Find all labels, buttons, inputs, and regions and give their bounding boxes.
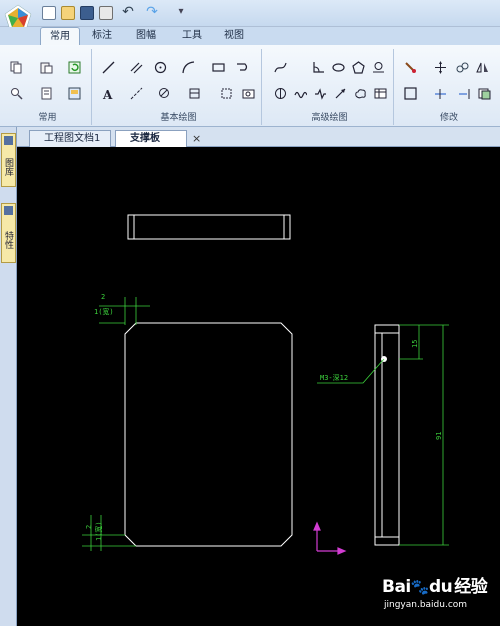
document-tab-bar: 工程图文档1 支撑板 × [17,127,500,147]
group-common: 常用 [4,49,92,125]
link-icon[interactable] [456,61,469,74]
redo-icon[interactable]: ↷ [144,4,160,20]
brush-icon[interactable] [404,61,417,74]
trim-icon[interactable] [434,87,447,100]
save-icon[interactable] [80,6,94,20]
watermark-url: jingyan.baidu.com [384,600,468,610]
group-basic-draw: A 基本绘图 [96,49,262,125]
dim-thickness-top: 2 [101,293,105,301]
circle-icon[interactable] [154,61,167,74]
properties-icon[interactable] [40,87,53,100]
left-dock: 图库 特性 [0,127,17,626]
group-modify: 修改 [398,49,500,125]
watermark-logo-jingyan: 经验 [454,577,488,597]
dock-tab-library-label: 图库 [3,158,13,176]
extend-icon[interactable] [458,87,471,100]
polygon-icon[interactable] [352,61,365,74]
ribbon-tab-bar: 常用 标注 图幅 工具 视图 [0,27,500,45]
spline-icon[interactable] [274,61,287,74]
new-icon[interactable] [42,6,56,20]
angle-line-icon[interactable] [312,61,325,74]
group-label-basic-draw: 基本绘图 [160,113,197,123]
bounding-box-icon[interactable] [220,87,233,100]
tab-annotation[interactable]: 标注 [84,27,120,45]
group-label-common: 常用 [38,113,57,123]
polyline-icon[interactable] [236,61,249,74]
dock-tab-properties-label: 特性 [3,231,13,249]
thread-callout: M3-深12 [320,373,348,382]
dim-chamfer-bottom: 1(宽) [94,521,103,541]
parallel-line-icon[interactable] [130,61,143,74]
image-icon[interactable] [242,87,255,100]
copy-icon[interactable] [10,61,23,74]
arrow-icon[interactable] [334,87,347,100]
rectangle-icon[interactable] [212,61,225,74]
wave-line-icon[interactable] [294,87,307,100]
svg-text:A: A [102,88,113,100]
drawing-svg: 2 1(宽) 2 1(宽) 15 91 M3-深12 [82,214,449,555]
group-label-modify: 修改 [439,113,458,123]
side-view [374,324,400,546]
doc-tab-support-plate[interactable]: 支撑板 [115,130,187,147]
centerline-icon[interactable] [130,87,143,100]
watermark: Bai🐾du 经验 jingyan.baidu.com [380,570,500,626]
block-icon[interactable] [188,87,201,100]
top-view [127,214,291,240]
tab-sheet[interactable]: 图幅 [128,27,164,45]
dim-chamfer-top: 1(宽) [94,307,114,316]
watermark-logo: Bai🐾du 经验 [382,572,488,597]
offset-rect-icon[interactable] [404,87,417,100]
table-icon[interactable] [374,87,387,100]
line-icon[interactable] [102,61,115,74]
group-label-advanced-draw: 高级绘图 [311,113,348,123]
hatch-icon[interactable] [158,87,171,100]
ucs-icon [313,521,347,555]
arc-icon[interactable] [182,61,195,74]
dimension-bottom-left [82,515,136,551]
tab-tools[interactable]: 工具 [174,27,210,45]
dim-side-height: 91 [435,432,443,440]
ellipse-icon[interactable] [332,61,345,74]
drawing-canvas[interactable]: 2 1(宽) 2 1(宽) 15 91 M3-深12 [17,147,500,626]
open-icon[interactable] [61,6,75,20]
hole-icon[interactable] [372,61,385,74]
dock-tab-properties[interactable]: 特性 [1,203,16,263]
text-icon[interactable]: A [102,87,115,100]
watermark-logo-bai: Bai [382,577,411,597]
layer-icon[interactable] [68,87,81,100]
refresh-icon[interactable] [68,61,81,74]
undo-icon[interactable]: ↶ [120,4,136,20]
dim-thickness-bottom: 2 [85,525,93,529]
move-icon[interactable] [434,61,447,74]
break-line-icon[interactable] [314,87,327,100]
doc-tab-drawing1[interactable]: 工程图文档1 [29,130,111,147]
dock-tab-library[interactable]: 图库 [1,133,16,187]
zoom-icon[interactable] [10,87,23,100]
paw-icon: 🐾 [410,578,430,596]
cloud-line-icon[interactable] [354,87,367,100]
centermark-icon[interactable] [274,87,287,100]
tab-view[interactable]: 视图 [216,27,252,45]
close-icon[interactable]: × [192,132,201,145]
dim-side-top: 15 [411,340,419,348]
paste-icon[interactable] [40,61,53,74]
tab-common[interactable]: 常用 [40,27,80,45]
front-view [124,322,293,547]
group-advanced-draw: 高级绘图 [266,49,394,125]
mirror-icon[interactable] [476,61,489,74]
print-icon[interactable] [99,6,113,20]
watermark-logo-du: du [428,577,453,597]
library-icon [4,136,13,145]
quick-access-more-icon[interactable]: ▾ [176,4,186,20]
properties-panel-icon [4,206,13,215]
title-bar: ↶ ↷ ▾ [0,0,500,31]
ribbon: 常用 A 基本绘图 高级绘图 修改 [0,45,500,127]
explode-icon[interactable] [478,87,491,100]
